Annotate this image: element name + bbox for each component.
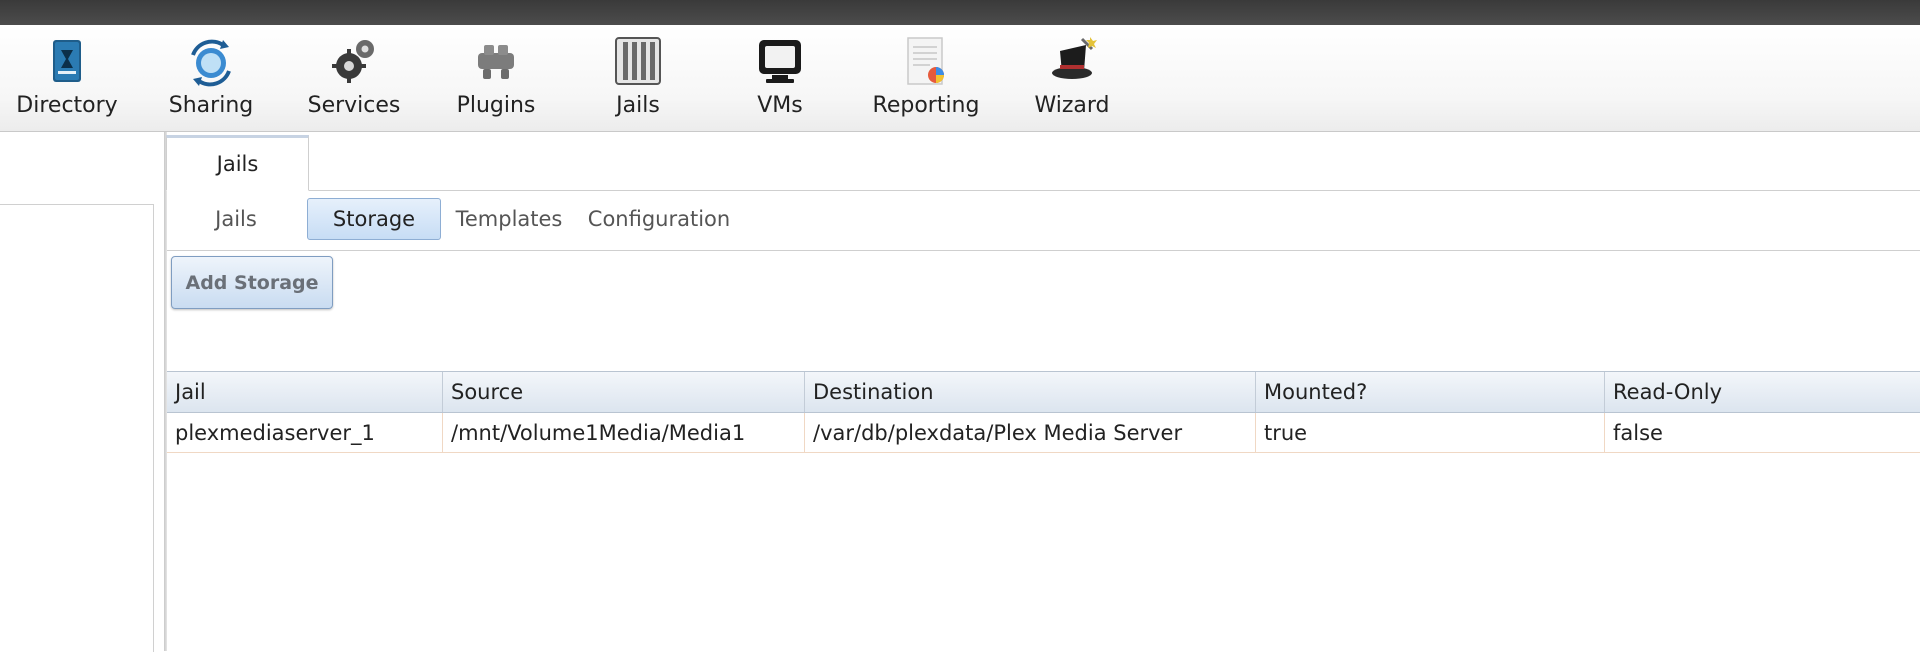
column-header-mounted[interactable]: Mounted? xyxy=(1256,372,1605,412)
toolbar-item-label: Wizard xyxy=(1034,93,1110,118)
reporting-icon xyxy=(900,35,952,87)
cell-source: /mnt/Volume1Media/Media1 xyxy=(443,413,805,452)
cell-mounted: true xyxy=(1256,413,1605,452)
cell-read-only: false xyxy=(1613,420,1663,445)
table-row[interactable]: plexmediaserver_1 /mnt/Volume1Media/Medi… xyxy=(167,413,1920,453)
services-icon xyxy=(328,35,380,87)
add-storage-button[interactable]: Add Storage xyxy=(171,256,333,309)
cell-jail: plexmediaserver_1 xyxy=(167,413,443,452)
subtab-jails[interactable]: Jails xyxy=(197,198,275,240)
toolbar-item-label: Sharing xyxy=(168,93,254,118)
column-header-jail[interactable]: Jail xyxy=(167,372,443,412)
column-header-read-only[interactable]: Read-Only xyxy=(1605,372,1920,412)
column-header-destination[interactable]: Destination xyxy=(805,372,1256,412)
wizard-icon xyxy=(1046,35,1098,87)
toolbar-item-plugins[interactable]: Plugins xyxy=(440,25,552,131)
left-navigation-panel[interactable] xyxy=(0,204,154,652)
toolbar-item-label: Reporting xyxy=(872,93,980,118)
toolbar-item-jails[interactable]: Jails xyxy=(584,25,692,131)
jails-icon xyxy=(612,35,664,87)
toolbar-item-vms[interactable]: VMs xyxy=(726,25,834,131)
toolbar-item-label: Services xyxy=(307,93,401,118)
toolbar-item-reporting[interactable]: Reporting xyxy=(868,25,984,131)
sub-tab-bar: Jails Storage Templates Configuration xyxy=(167,191,1920,251)
tab-jails[interactable]: Jails xyxy=(166,135,309,191)
subtab-storage[interactable]: Storage xyxy=(307,198,441,240)
grid-header-row: Jail Source Destination Mounted? Read-On… xyxy=(167,371,1920,413)
main-toolbar: Directory Sharing Services Plugins Jails… xyxy=(0,25,1920,132)
top-bar xyxy=(0,0,1920,25)
plugins-icon xyxy=(470,35,522,87)
toolbar-item-sharing[interactable]: Sharing xyxy=(150,25,272,131)
subtab-configuration[interactable]: Configuration xyxy=(586,198,732,240)
toolbar-item-wizard[interactable]: Wizard xyxy=(1020,25,1124,131)
toolbar-item-label: Jails xyxy=(616,93,660,118)
sharing-icon xyxy=(185,35,237,87)
column-header-source[interactable]: Source xyxy=(443,372,805,412)
cell-destination: /var/db/plexdata/Plex Media Server xyxy=(805,413,1256,452)
toolbar-item-label: Directory xyxy=(16,93,118,118)
toolbar-item-label: Plugins xyxy=(456,93,536,118)
directory-icon xyxy=(41,35,93,87)
toolbar-item-services[interactable]: Services xyxy=(296,25,412,131)
toolbar-item-directory[interactable]: Directory xyxy=(0,25,134,131)
vms-icon xyxy=(754,35,806,87)
toolbar-item-label: VMs xyxy=(757,93,803,118)
subtab-templates[interactable]: Templates xyxy=(452,198,566,240)
